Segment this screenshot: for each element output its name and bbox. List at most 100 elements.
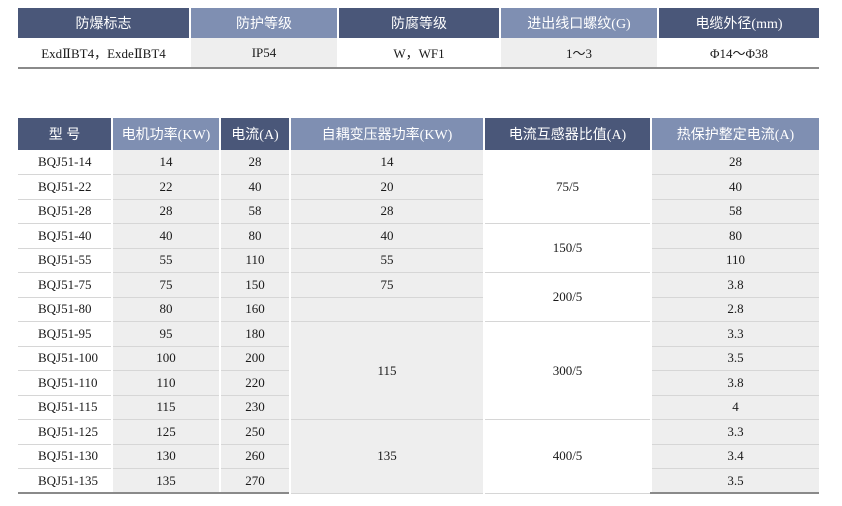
- motor-power-cell: 28: [111, 199, 220, 224]
- motor-power-cell: 80: [111, 297, 220, 322]
- motor-power-cell: 100: [111, 346, 220, 371]
- table-row: BQJ51-14 14 28 14 75/5 28: [18, 150, 819, 224]
- thermal-setting-cell: 40: [650, 174, 819, 200]
- model-cell: BQJ51-75: [18, 272, 112, 298]
- ct-ratio-cell: 300/5: [483, 321, 651, 420]
- model-cell: BQJ51-110: [18, 370, 112, 396]
- current-cell: 200: [219, 346, 290, 371]
- table-row: BQJ51-80 80 160 2.8: [18, 297, 819, 322]
- thermal-setting-cell: 28: [650, 150, 819, 175]
- header-motor-power: 电机功率(KW): [111, 118, 220, 150]
- transformer-power-cell: 14: [289, 150, 484, 175]
- header-current: 电流(A): [219, 118, 290, 150]
- model-cell: BQJ51-40: [18, 223, 112, 249]
- header-thread: 进出线口螺纹(G): [499, 8, 658, 38]
- motor-power-cell: 75: [111, 272, 220, 298]
- header-thermal-setting: 热保护整定电流(A): [650, 118, 819, 150]
- thermal-setting-cell: 80: [650, 223, 819, 249]
- motor-power-cell: 115: [111, 395, 220, 420]
- spec-table: 防爆标志 防护等级 防腐等级 进出线口螺纹(G) 电缆外径(mm) ExdⅡBT…: [18, 8, 819, 69]
- model-cell: BQJ51-135: [18, 468, 112, 494]
- current-cell: 220: [219, 370, 290, 396]
- thermal-setting-cell: 3.5: [650, 468, 819, 494]
- thermal-setting-cell: 3.3: [650, 419, 819, 445]
- table-row: BQJ51-28 28 58 28 58: [18, 199, 819, 224]
- transformer-power-cell: 20: [289, 174, 484, 200]
- thermal-setting-cell: 3.8: [650, 370, 819, 396]
- current-cell: 40: [219, 174, 290, 200]
- spec-header-row: 防爆标志 防护等级 防腐等级 进出线口螺纹(G) 电缆外径(mm): [18, 8, 819, 38]
- model-cell: BQJ51-125: [18, 419, 112, 445]
- model-cell: BQJ51-28: [18, 199, 112, 224]
- table-row: BQJ51-55 55 110 55 110: [18, 248, 819, 273]
- motor-power-cell: 40: [111, 223, 220, 249]
- current-cell: 230: [219, 395, 290, 420]
- current-cell: 270: [219, 468, 290, 494]
- thermal-setting-cell: 3.4: [650, 444, 819, 469]
- model-cell: BQJ51-80: [18, 297, 112, 322]
- value-anticorrosion-grade: W，WF1: [337, 38, 500, 69]
- model-cell: BQJ51-95: [18, 321, 112, 347]
- value-cable-diameter: Φ14～Φ38: [657, 38, 819, 69]
- transformer-power-cell: 135: [289, 419, 484, 494]
- current-cell: 80: [219, 223, 290, 249]
- motor-power-cell: 125: [111, 419, 220, 445]
- motor-power-cell: 95: [111, 321, 220, 347]
- current-cell: 58: [219, 199, 290, 224]
- table-row: BQJ51-40 40 80 40 150/5 80: [18, 223, 819, 273]
- model-cell: BQJ51-115: [18, 395, 112, 420]
- spec-value-row: ExdⅡBT4，ExdeⅡBT4 IP54 W，WF1 1～3 Φ14～Φ38: [18, 38, 819, 69]
- current-cell: 160: [219, 297, 290, 322]
- motor-power-cell: 55: [111, 248, 220, 273]
- header-explosion-mark: 防爆标志: [18, 8, 190, 38]
- current-cell: 28: [219, 150, 290, 175]
- thermal-setting-cell: 3.8: [650, 272, 819, 298]
- model-table: 型 号 电机功率(KW) 电流(A) 自耦变压器功率(KW) 电流互感器比值(A…: [18, 118, 819, 494]
- value-thread: 1～3: [499, 38, 658, 69]
- motor-power-cell: 130: [111, 444, 220, 469]
- motor-power-cell: 14: [111, 150, 220, 175]
- model-cell: BQJ51-130: [18, 444, 112, 469]
- thermal-setting-cell: 3.5: [650, 346, 819, 371]
- ct-ratio-cell: 200/5: [483, 272, 651, 322]
- transformer-power-cell: [289, 297, 484, 322]
- model-cell: BQJ51-14: [18, 150, 112, 175]
- motor-power-cell: 135: [111, 468, 220, 494]
- ct-ratio-cell: 75/5: [483, 150, 651, 224]
- motor-power-cell: 22: [111, 174, 220, 200]
- table-row: BQJ51-125 125 250 135 400/5 3.3: [18, 419, 819, 494]
- transformer-power-cell: 40: [289, 223, 484, 249]
- thermal-setting-cell: 110: [650, 248, 819, 273]
- transformer-power-cell: 75: [289, 272, 484, 298]
- table-row: BQJ51-22 22 40 20 40: [18, 174, 819, 200]
- thermal-setting-cell: 4: [650, 395, 819, 420]
- motor-power-cell: 110: [111, 370, 220, 396]
- current-cell: 110: [219, 248, 290, 273]
- thermal-setting-cell: 58: [650, 199, 819, 224]
- transformer-power-cell: 115: [289, 321, 484, 420]
- model-cell: BQJ51-100: [18, 346, 112, 371]
- header-transformer-power: 自耦变压器功率(KW): [289, 118, 484, 150]
- header-cable-diameter: 电缆外径(mm): [657, 8, 819, 38]
- model-cell: BQJ51-22: [18, 174, 112, 200]
- transformer-power-cell: 55: [289, 248, 484, 273]
- current-cell: 260: [219, 444, 290, 469]
- current-cell: 150: [219, 272, 290, 298]
- table-row: BQJ51-95 95 180 115 300/5 3.3: [18, 321, 819, 420]
- value-explosion-mark: ExdⅡBT4，ExdeⅡBT4: [18, 38, 190, 69]
- value-protection-grade: IP54: [189, 38, 338, 69]
- ct-ratio-cell: 150/5: [483, 223, 651, 273]
- table-row: BQJ51-75 75 150 75 200/5 3.8: [18, 272, 819, 322]
- ct-ratio-cell: 400/5: [483, 419, 651, 494]
- header-anticorrosion-grade: 防腐等级: [337, 8, 500, 38]
- header-ct-ratio: 电流互感器比值(A): [483, 118, 651, 150]
- thermal-setting-cell: 2.8: [650, 297, 819, 322]
- model-cell: BQJ51-55: [18, 248, 112, 273]
- model-header-row: 型 号 电机功率(KW) 电流(A) 自耦变压器功率(KW) 电流互感器比值(A…: [18, 118, 819, 150]
- current-cell: 180: [219, 321, 290, 347]
- thermal-setting-cell: 3.3: [650, 321, 819, 347]
- header-model: 型 号: [18, 118, 112, 150]
- header-protection-grade: 防护等级: [189, 8, 338, 38]
- transformer-power-cell: 28: [289, 199, 484, 224]
- current-cell: 250: [219, 419, 290, 445]
